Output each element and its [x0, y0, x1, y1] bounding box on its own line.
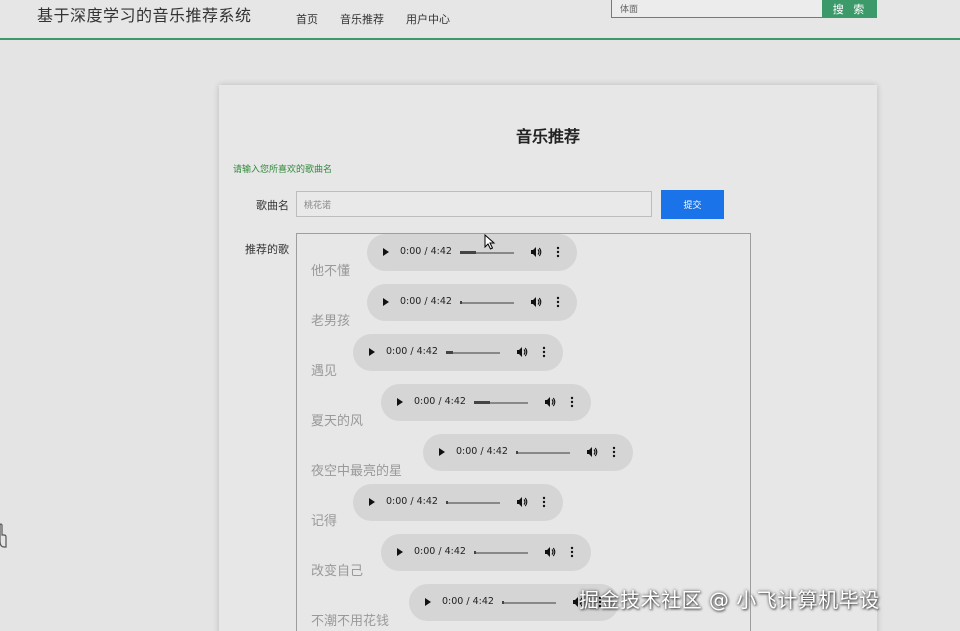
audio-time: 0:00 / 4:42: [414, 546, 466, 557]
top-header: 基于深度学习的音乐推荐系统 首页 音乐推荐 用户中心 搜 索: [0, 0, 960, 40]
watermark: 掘金技术社区 @ 小飞计算机毕设: [579, 588, 880, 612]
song-row: 记得 0:00 / 4:42: [297, 484, 750, 534]
search-bar: 搜 索: [611, 0, 877, 19]
audio-player[interactable]: 0:00 / 4:42: [423, 434, 633, 471]
audio-time: 0:00 / 4:42: [414, 396, 466, 407]
audio-seek-bar[interactable]: [446, 351, 500, 354]
play-icon[interactable]: [425, 598, 431, 606]
input-hint: 请输入您所喜欢的歌曲名: [233, 165, 333, 175]
play-icon[interactable]: [397, 398, 403, 406]
more-options-icon[interactable]: [541, 346, 547, 358]
play-icon[interactable]: [383, 248, 389, 256]
mouse-cursor-icon: [484, 234, 496, 250]
play-icon[interactable]: [383, 298, 389, 306]
song-row: 夜空中最亮的星 0:00 / 4:42: [297, 434, 750, 484]
more-options-icon[interactable]: [569, 546, 575, 558]
volume-icon[interactable]: [544, 396, 556, 408]
audio-time: 0:00 / 4:42: [386, 346, 438, 357]
recommend-card: 音乐推荐 请输入您所喜欢的歌曲名 歌曲名 提交 推荐的歌 他不懂 0:00 / 4…: [219, 85, 877, 631]
song-row: 夏天的风 0:00 / 4:42: [297, 384, 750, 434]
audio-seek-bar[interactable]: [460, 251, 514, 254]
play-icon[interactable]: [439, 448, 445, 456]
audio-player[interactable]: 0:00 / 4:42: [367, 234, 577, 271]
song-row: 改变自己 0:00 / 4:42: [297, 534, 750, 584]
hand-cursor-icon: [0, 523, 7, 548]
audio-seek-bar[interactable]: [460, 301, 514, 304]
audio-seek-bar[interactable]: [502, 601, 556, 604]
search-button[interactable]: 搜 索: [823, 0, 877, 18]
audio-progress-fill: [460, 301, 462, 304]
audio-seek-bar[interactable]: [446, 501, 500, 504]
song-name-input[interactable]: [296, 191, 652, 217]
audio-progress-fill: [502, 601, 504, 604]
audio-time: 0:00 / 4:42: [400, 296, 452, 307]
volume-icon[interactable]: [516, 496, 528, 508]
song-title: 改变自己: [311, 564, 364, 579]
audio-time: 0:00 / 4:42: [442, 596, 494, 607]
audio-seek-bar[interactable]: [474, 551, 528, 554]
audio-player[interactable]: 0:00 / 4:42: [367, 284, 577, 321]
audio-player[interactable]: 0:00 / 4:42: [353, 484, 563, 521]
audio-progress-fill: [446, 351, 454, 354]
audio-player[interactable]: 0:00 / 4:42: [381, 384, 591, 421]
song-row: 老男孩 0:00 / 4:42: [297, 284, 750, 334]
song-title: 不潮不用花钱: [311, 614, 390, 629]
audio-seek-bar[interactable]: [516, 451, 570, 454]
audio-player[interactable]: 0:00 / 4:42: [353, 334, 563, 371]
more-options-icon[interactable]: [569, 396, 575, 408]
play-icon[interactable]: [369, 498, 375, 506]
audio-progress-fill: [474, 401, 491, 404]
song-title: 夏天的风: [311, 414, 364, 429]
audio-time: 0:00 / 4:42: [456, 446, 508, 457]
volume-icon[interactable]: [586, 446, 598, 458]
recommended-label: 推荐的歌: [245, 243, 289, 256]
recommended-list[interactable]: 他不懂 0:00 / 4:42 老男孩 0:00 / 4:42 遇见 0:00 / 4:4…: [296, 233, 751, 631]
volume-icon[interactable]: [516, 346, 528, 358]
volume-icon[interactable]: [544, 546, 556, 558]
more-options-icon[interactable]: [555, 296, 561, 308]
song-title: 他不懂: [311, 264, 351, 279]
submit-button[interactable]: 提交: [661, 190, 724, 219]
site-title: 基于深度学习的音乐推荐系统: [37, 6, 252, 25]
audio-time: 0:00 / 4:42: [400, 246, 452, 257]
page-title: 音乐推荐: [515, 127, 580, 146]
play-icon[interactable]: [369, 348, 375, 356]
more-options-icon[interactable]: [555, 246, 561, 258]
volume-icon[interactable]: [530, 296, 542, 308]
volume-icon[interactable]: [530, 246, 542, 258]
audio-player[interactable]: 0:00 / 4:42: [381, 534, 591, 571]
nav-music-recommend[interactable]: 音乐推荐: [340, 11, 384, 27]
song-title: 老男孩: [311, 314, 351, 329]
song-name-label: 歌曲名: [256, 199, 289, 212]
audio-progress-fill: [474, 551, 476, 554]
audio-progress-fill: [446, 501, 448, 504]
song-title: 夜空中最亮的星: [311, 464, 403, 479]
song-row: 遇见 0:00 / 4:42: [297, 334, 750, 384]
main-nav: 首页 音乐推荐 用户中心: [296, 11, 450, 27]
song-row: 他不懂 0:00 / 4:42: [297, 234, 750, 284]
more-options-icon[interactable]: [541, 496, 547, 508]
song-title: 记得: [311, 514, 338, 529]
search-input[interactable]: [611, 0, 823, 18]
audio-progress-fill: [516, 451, 518, 454]
audio-seek-bar[interactable]: [474, 401, 528, 404]
audio-time: 0:00 / 4:42: [386, 496, 438, 507]
song-title: 遇见: [311, 364, 338, 379]
nav-home[interactable]: 首页: [296, 11, 318, 27]
audio-progress-fill: [460, 251, 477, 254]
more-options-icon[interactable]: [611, 446, 617, 458]
play-icon[interactable]: [397, 548, 403, 556]
nav-user-center[interactable]: 用户中心: [406, 11, 450, 27]
